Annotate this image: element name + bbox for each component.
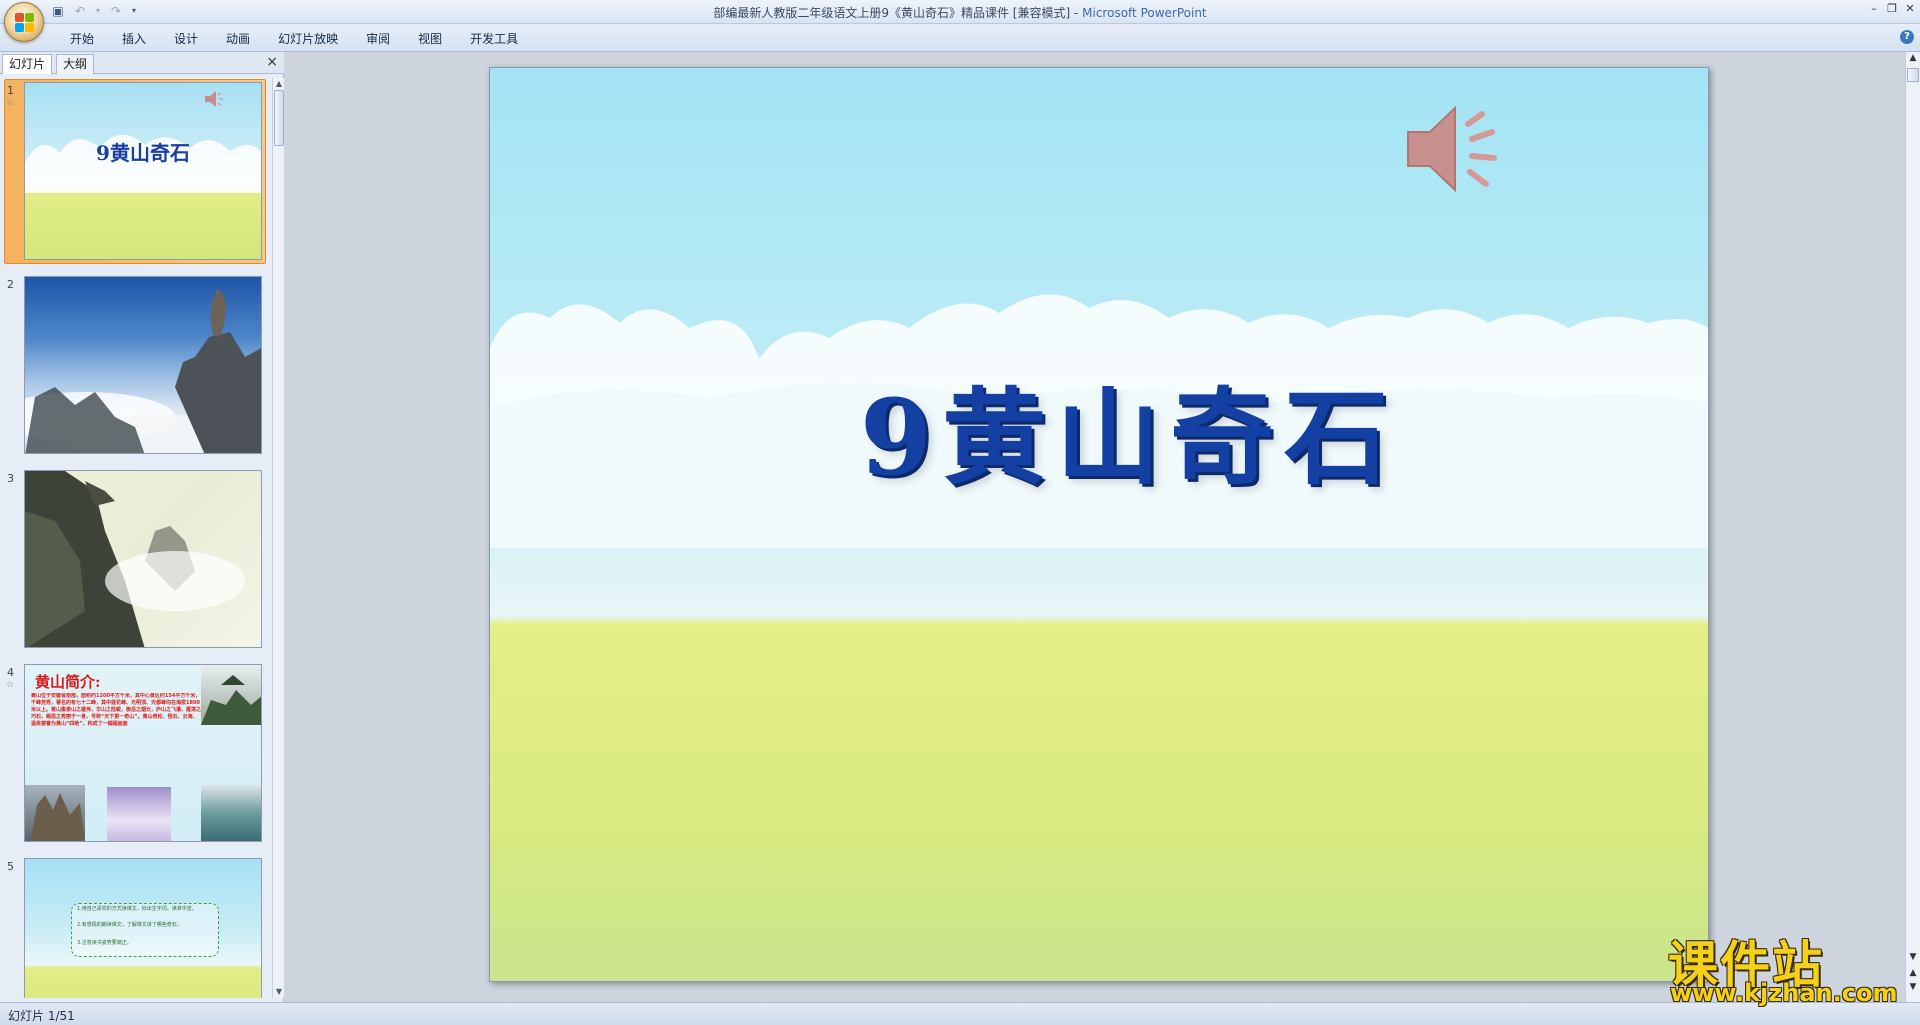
next-slide-icon[interactable]: ▼ bbox=[1907, 982, 1919, 992]
thumbnail-list: 1 ☆ 9黄山奇石 2 3 4 ☆ 黄山简介: 黄山位于安徽省南部，面积约120… bbox=[0, 78, 270, 998]
slide-number: 5 bbox=[7, 860, 14, 873]
spring-photo bbox=[201, 785, 261, 841]
slide-thumbnail-3[interactable] bbox=[24, 470, 262, 648]
instruction-line-2: 2.有感情的朗读课文，了解课文讲了哪些奇石。 bbox=[77, 922, 182, 928]
tab-outline[interactable]: 大纲 bbox=[56, 54, 95, 74]
tab-design[interactable]: 设计 bbox=[160, 30, 212, 48]
instruction-line-1: 1.用自己喜欢的方式读课文，标出生字词，读准字音。 bbox=[77, 906, 197, 912]
thumbnail-heading: 黄山简介: bbox=[35, 673, 101, 691]
speaker-icon bbox=[205, 91, 223, 107]
app-name: Microsoft PowerPoint bbox=[1082, 6, 1207, 20]
tab-review[interactable]: 审阅 bbox=[352, 30, 404, 48]
tab-slideshow[interactable]: 幻灯片放映 bbox=[264, 30, 352, 48]
slide-number: 3 bbox=[7, 472, 14, 485]
help-icon[interactable]: ? bbox=[1900, 30, 1914, 44]
thumbnail-title: 9黄山奇石 bbox=[96, 141, 190, 165]
slides-panel: 幻灯片 大纲 × 1 ☆ 9黄山奇石 2 3 4 ☆ 黄山简介: 黄山位于安徽省… bbox=[0, 52, 284, 1002]
window-title: 部编最新人教版二年级语文上册9《黄山奇石》精品课件 [兼容模式] - Micro… bbox=[0, 4, 1920, 21]
thumbnail-scrollbar[interactable]: ▲ ▼ bbox=[272, 78, 284, 998]
previous-slide-icon[interactable]: ▲ bbox=[1907, 968, 1919, 978]
title-bar: ▣ ↶ ▾ ↷ ▾ 部编最新人教版二年级语文上册9《黄山奇石》精品课件 [兼容模… bbox=[0, 0, 1920, 42]
title-separator: - bbox=[1070, 6, 1083, 20]
scroll-thumb[interactable] bbox=[274, 90, 284, 146]
panel-tabs: 幻灯片 大纲 × bbox=[0, 52, 284, 74]
document-title: 部编最新人教版二年级语文上册9《黄山奇石》精品课件 [兼容模式] bbox=[713, 6, 1071, 20]
slide-number: 2 bbox=[7, 278, 14, 291]
thumbnail-body-text: 黄山位于安徽省南部，面积约1200平方千米，其中心景区约154平方千米，千峰竞秀… bbox=[31, 693, 201, 727]
speaker-icon[interactable] bbox=[1400, 94, 1510, 204]
slide-editor: 9黄山奇石 bbox=[285, 52, 1905, 1002]
ribbon-tabs: 开始 插入 设计 动画 幻灯片放映 审阅 视图 开发工具 bbox=[56, 30, 532, 48]
status-bar: 幻灯片 1/51 bbox=[0, 1002, 1920, 1025]
sunset-photo bbox=[107, 787, 171, 841]
animation-star-icon: ☆ bbox=[6, 680, 15, 690]
office-button[interactable] bbox=[4, 2, 44, 42]
restore-icon[interactable]: ❐ bbox=[1886, 2, 1898, 15]
scroll-thumb[interactable] bbox=[1907, 68, 1919, 82]
slide-thumbnail-4[interactable]: 黄山简介: 黄山位于安徽省南部，面积约1200平方千米，其中心景区约154平方千… bbox=[24, 664, 262, 842]
instruction-line-3: 3.注意读书姿势要端正。 bbox=[77, 940, 132, 946]
tab-view[interactable]: 视图 bbox=[404, 30, 456, 48]
scroll-down-icon[interactable]: ▼ bbox=[1907, 952, 1919, 962]
scroll-up-icon[interactable]: ▲ bbox=[1907, 53, 1919, 63]
tab-home[interactable]: 开始 bbox=[56, 30, 108, 48]
close-window-icon[interactable]: ✕ bbox=[1904, 2, 1916, 15]
slide-scrollbar[interactable]: ▲ ▼ ▲ ▼ bbox=[1905, 52, 1920, 1002]
pine-photo bbox=[201, 665, 261, 725]
scroll-down-icon[interactable]: ▼ bbox=[274, 987, 284, 997]
tab-insert[interactable]: 插入 bbox=[108, 30, 160, 48]
tab-developer[interactable]: 开发工具 bbox=[456, 30, 532, 48]
scroll-up-icon[interactable]: ▲ bbox=[274, 79, 284, 89]
mountain-photo bbox=[25, 289, 261, 453]
office-logo-icon bbox=[15, 13, 35, 33]
watermark-url: www.kjzhan.com bbox=[1670, 979, 1898, 1007]
watermark: 课件站 www.kjzhan.com bbox=[1668, 925, 1908, 1007]
ribbon: 开始 插入 设计 动画 幻灯片放映 审阅 视图 开发工具 ? bbox=[0, 24, 1920, 52]
window-controls: – ❐ ✕ bbox=[1868, 2, 1916, 15]
close-panel-icon[interactable]: × bbox=[266, 54, 278, 70]
tab-slides[interactable]: 幻灯片 bbox=[2, 54, 53, 74]
slide-thumbnail-2[interactable] bbox=[24, 276, 262, 454]
slide-thumbnail-5[interactable]: 1.用自己喜欢的方式读课文，标出生字词，读准字音。 2.有感情的朗读课文，了解课… bbox=[24, 858, 262, 998]
slide-title[interactable]: 9黄山奇石 bbox=[490, 353, 1708, 504]
slide-thumbnail-1[interactable]: 9黄山奇石 bbox=[24, 82, 262, 260]
slide-number: 1 bbox=[7, 84, 14, 97]
rock-photo bbox=[25, 785, 85, 841]
mountain-photo bbox=[25, 471, 245, 647]
current-slide[interactable]: 9黄山奇石 bbox=[489, 67, 1709, 982]
animation-star-icon: ☆ bbox=[6, 98, 15, 108]
minimize-icon[interactable]: – bbox=[1868, 2, 1880, 15]
slide-counter: 幻灯片 1/51 bbox=[8, 1009, 75, 1023]
slide-number: 4 bbox=[7, 666, 14, 679]
tab-animations[interactable]: 动画 bbox=[212, 30, 264, 48]
